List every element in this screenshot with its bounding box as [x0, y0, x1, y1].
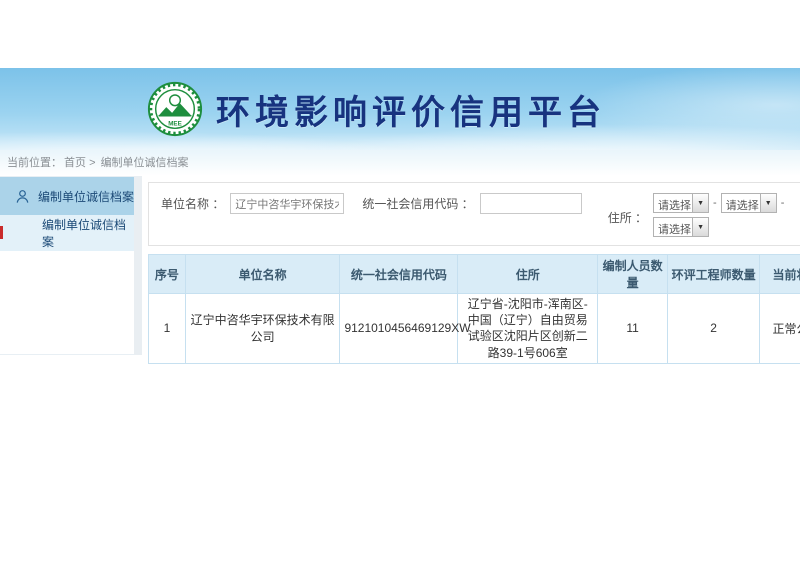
col-header-staff-count: 编制人员数量 [598, 255, 668, 294]
site-banner: MEE 环境影响评价信用平台 [0, 68, 800, 150]
dash-separator: - [713, 197, 717, 209]
col-header-engineer-count: 环评工程师数量 [668, 255, 760, 294]
city-select-value: 请选择 [722, 194, 760, 212]
chevron-down-icon: ▼ [760, 194, 776, 212]
province-select-value: 请选择 [654, 194, 692, 212]
address-value: 辽宁省-沈阳市-浑南区-中国（辽宁）自由贸易试验区沈阳片区创新二路39-1号60… [458, 294, 598, 364]
sidebar-item-credit-archive[interactable]: 编制单位诚信档案 [0, 215, 134, 251]
status-value: 正常公开 [760, 294, 800, 364]
breadcrumb-prefix: 当前位置： [7, 157, 62, 169]
chevron-down-icon: ▼ [692, 194, 708, 212]
company-name-link[interactable]: 辽宁中咨华宇环保技术有限公司 [185, 294, 340, 364]
city-select[interactable]: 请选择 ▼ [721, 193, 777, 213]
table-row: 1 辽宁中咨华宇环保技术有限公司 9121010456469129XW 辽宁省-… [149, 294, 800, 364]
district-select-value: 请选择 [654, 218, 692, 236]
dash-separator: - [781, 197, 785, 209]
district-select[interactable]: 请选择 ▼ [653, 217, 709, 237]
province-select[interactable]: 请选择 ▼ [653, 193, 709, 213]
credit-code-value: 9121010456469129XW [340, 294, 458, 364]
engineer-count-link[interactable]: 2 [668, 294, 760, 364]
sidebar: 编制单位诚信档案 编制单位诚信档案 [0, 176, 134, 355]
address-field: 住所 ： 请选择 ▼ - 请选择 ▼ - [608, 193, 785, 241]
credit-code-field: 统一社会信用代码 ： [362, 193, 607, 214]
breadcrumb-current: 编制单位诚信档案 [101, 157, 189, 169]
svg-text:MEE: MEE [168, 120, 182, 127]
col-header-index: 序号 [149, 255, 186, 294]
active-marker [0, 226, 3, 239]
mee-logo-icon: MEE [146, 80, 204, 138]
credit-code-label: 统一社会信用代码 ： [362, 195, 473, 212]
sidebar-header-label: 编制单位诚信档案 [38, 188, 134, 205]
address-selects: 请选择 ▼ - 请选择 ▼ - 请选择 ▼ [653, 193, 784, 241]
top-whitespace [0, 0, 800, 68]
search-panel: 单位名称 ： 统一社会信用代码 ： 住所 ： 请选择 ▼ - [148, 182, 800, 246]
col-header-status: 当前状态 [760, 255, 800, 294]
main-panel: 单位名称 ： 统一社会信用代码 ： 住所 ： 请选择 ▼ - [148, 182, 800, 364]
user-icon [15, 189, 30, 204]
unit-name-input[interactable] [230, 193, 344, 214]
unit-name-field: 单位名称 ： [161, 193, 362, 214]
table-header-row: 序号 单位名称 统一社会信用代码 住所 编制人员数量 环评工程师数量 当前状态 … [149, 255, 800, 294]
sidebar-divider [134, 176, 142, 355]
breadcrumb-separator: > [89, 157, 95, 169]
col-header-unit-name: 单位名称 [185, 255, 340, 294]
address-label: 住所 ： [608, 209, 647, 226]
col-header-credit-code: 统一社会信用代码 [340, 255, 458, 294]
results-table: 序号 单位名称 统一社会信用代码 住所 编制人员数量 环评工程师数量 当前状态 … [148, 254, 800, 364]
breadcrumb-home-link[interactable]: 首页 [64, 157, 86, 169]
breadcrumb: 当前位置：首页 > 编制单位诚信档案 [0, 150, 800, 176]
credit-code-input[interactable] [480, 193, 582, 214]
sidebar-item-label: 编制单位诚信档案 [42, 216, 134, 250]
site-title: 环境影响评价信用平台 [216, 85, 606, 134]
col-header-address: 住所 [458, 255, 598, 294]
unit-name-label: 单位名称 ： [161, 195, 224, 212]
staff-count-link[interactable]: 11 [598, 294, 668, 364]
content-area: 编制单位诚信档案 编制单位诚信档案 单位名称 ： 统一社会信用代码 ： 住所 ： [0, 176, 800, 364]
sidebar-header[interactable]: 编制单位诚信档案 [0, 177, 134, 215]
row-index: 1 [149, 294, 186, 364]
chevron-down-icon: ▼ [692, 218, 708, 236]
